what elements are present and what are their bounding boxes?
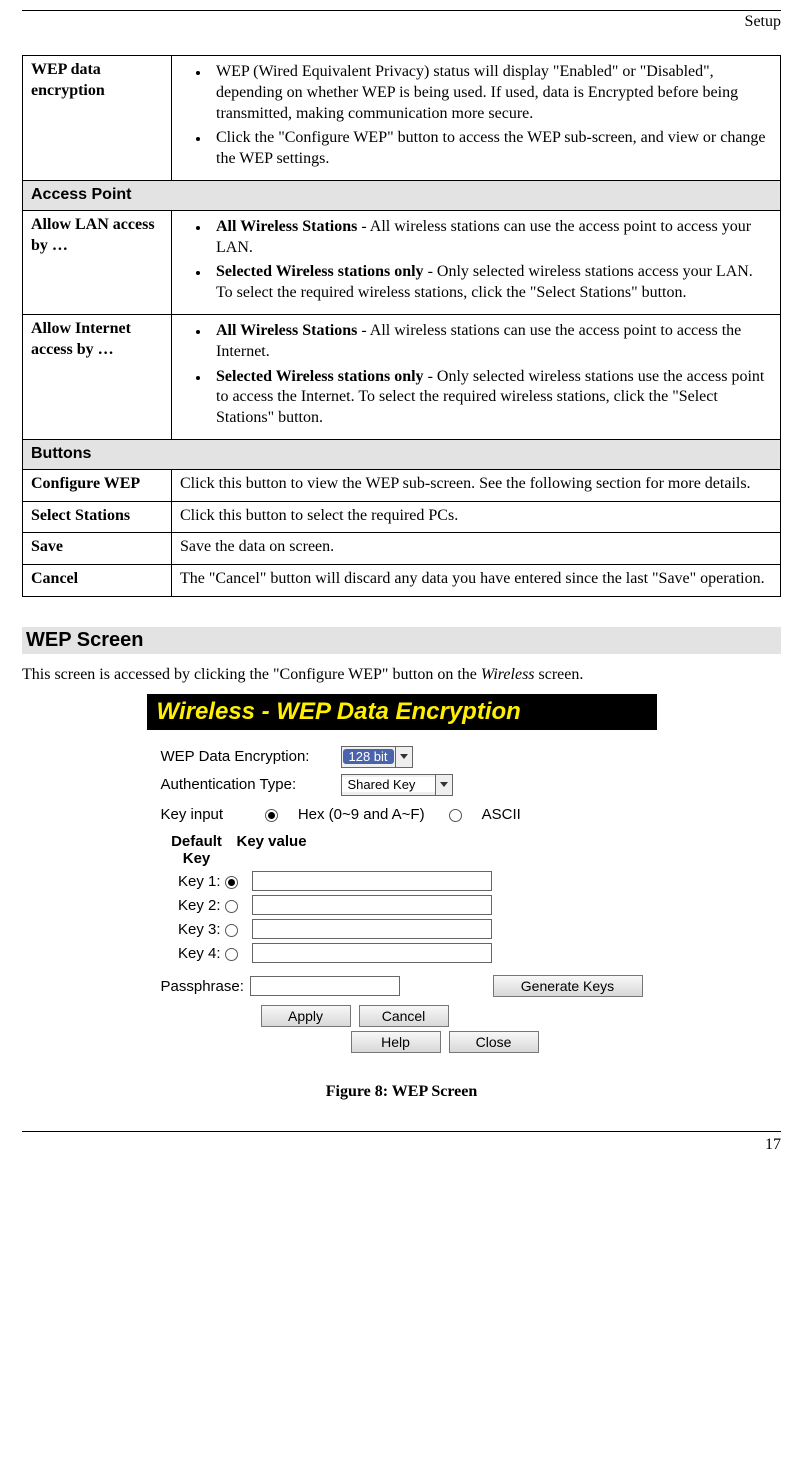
- passphrase-input[interactable]: [250, 976, 400, 996]
- row-label: Allow Internet access by …: [23, 314, 172, 439]
- key1-input[interactable]: [252, 871, 492, 891]
- list-item: Click the "Configure WEP" button to acce…: [210, 128, 772, 170]
- default-key2-radio[interactable]: [225, 897, 242, 914]
- wep-encryption-label: WEP Data Encryption:: [161, 748, 341, 765]
- row-label: Configure WEP: [23, 469, 172, 501]
- row-content: The "Cancel" button will discard any dat…: [172, 565, 781, 597]
- help-button[interactable]: Help: [351, 1031, 441, 1053]
- key2-input[interactable]: [252, 895, 492, 915]
- wep-screen-title: Wireless - WEP Data Encryption: [147, 694, 657, 730]
- key3-label: Key 3:: [161, 921, 225, 938]
- auth-type-label: Authentication Type:: [161, 776, 341, 793]
- key-input-ascii-radio[interactable]: [449, 806, 470, 823]
- row-label: Cancel: [23, 565, 172, 597]
- key4-input[interactable]: [252, 943, 492, 963]
- passphrase-label: Passphrase:: [161, 978, 244, 995]
- page-number: 17: [765, 1136, 781, 1153]
- running-header-text: Setup: [745, 13, 781, 31]
- table-row: Allow Internet access by … All Wireless …: [23, 314, 781, 439]
- settings-description-table: WEP data encryption WEP (Wired Equivalen…: [22, 55, 781, 597]
- row-content: Click this button to select the required…: [172, 501, 781, 533]
- key-input-hex-label: Hex (0~9 and A~F): [298, 806, 425, 823]
- default-key-header: Default Key: [161, 833, 233, 867]
- key4-label: Key 4:: [161, 945, 225, 962]
- running-header: Setup: [22, 10, 781, 31]
- section-heading: WEP Screen: [22, 627, 781, 654]
- list-item: All Wireless Stations - All wireless sta…: [210, 321, 772, 363]
- default-key1-radio[interactable]: [225, 873, 242, 890]
- row-content: Save the data on screen.: [172, 533, 781, 565]
- cancel-button[interactable]: Cancel: [359, 1005, 449, 1027]
- table-row: Cancel The "Cancel" button will discard …: [23, 565, 781, 597]
- table-row: Configure WEP Click this button to view …: [23, 469, 781, 501]
- chevron-down-icon: [435, 775, 452, 795]
- wep-encryption-select[interactable]: 128 bit: [341, 746, 413, 768]
- table-row: Select Stations Click this button to sel…: [23, 501, 781, 533]
- key2-label: Key 2:: [161, 897, 225, 914]
- list-item: Selected Wireless stations only - Only s…: [210, 367, 772, 429]
- key-input-ascii-label: ASCII: [482, 806, 521, 823]
- key-input-label: Key input: [161, 806, 253, 823]
- wep-screenshot: Wireless - WEP Data Encryption WEP Data …: [147, 694, 657, 1068]
- auth-type-select[interactable]: Shared Key: [341, 774, 453, 796]
- list-item: All Wireless Stations - All wireless sta…: [210, 217, 772, 259]
- generate-keys-button[interactable]: Generate Keys: [493, 975, 643, 997]
- row-content: Click this button to view the WEP sub-sc…: [172, 469, 781, 501]
- page-footer: 17: [22, 1131, 781, 1154]
- table-row: Save Save the data on screen.: [23, 533, 781, 565]
- close-button[interactable]: Close: [449, 1031, 539, 1053]
- row-label: Save: [23, 533, 172, 565]
- default-key3-radio[interactable]: [225, 921, 242, 938]
- wep-encryption-value: 128 bit: [343, 749, 394, 764]
- list-item: Selected Wireless stations only - Only s…: [210, 262, 772, 304]
- intro-text: This screen is accessed by clicking the …: [22, 666, 781, 684]
- row-label: Select Stations: [23, 501, 172, 533]
- chevron-down-icon: [395, 747, 412, 767]
- figure-caption: Figure 8: WEP Screen: [22, 1083, 781, 1101]
- row-content: All Wireless Stations - All wireless sta…: [172, 210, 781, 314]
- row-label: WEP data encryption: [23, 56, 172, 181]
- list-item: WEP (Wired Equivalent Privacy) status wi…: [210, 62, 772, 124]
- key3-input[interactable]: [252, 919, 492, 939]
- table-row: WEP data encryption WEP (Wired Equivalen…: [23, 56, 781, 181]
- row-content: All Wireless Stations - All wireless sta…: [172, 314, 781, 439]
- table-section-row: Buttons: [23, 439, 781, 469]
- apply-button[interactable]: Apply: [261, 1005, 351, 1027]
- key1-label: Key 1:: [161, 873, 225, 890]
- default-key4-radio[interactable]: [225, 945, 242, 962]
- key-value-header: Key value: [233, 833, 307, 867]
- table-section-row: Access Point: [23, 180, 781, 210]
- section-header: Buttons: [23, 439, 781, 469]
- row-content: WEP (Wired Equivalent Privacy) status wi…: [172, 56, 781, 181]
- row-label: Allow LAN access by …: [23, 210, 172, 314]
- auth-type-value: Shared Key: [342, 777, 435, 792]
- key-input-hex-radio[interactable]: [265, 806, 286, 823]
- section-header: Access Point: [23, 180, 781, 210]
- table-row: Allow LAN access by … All Wireless Stati…: [23, 210, 781, 314]
